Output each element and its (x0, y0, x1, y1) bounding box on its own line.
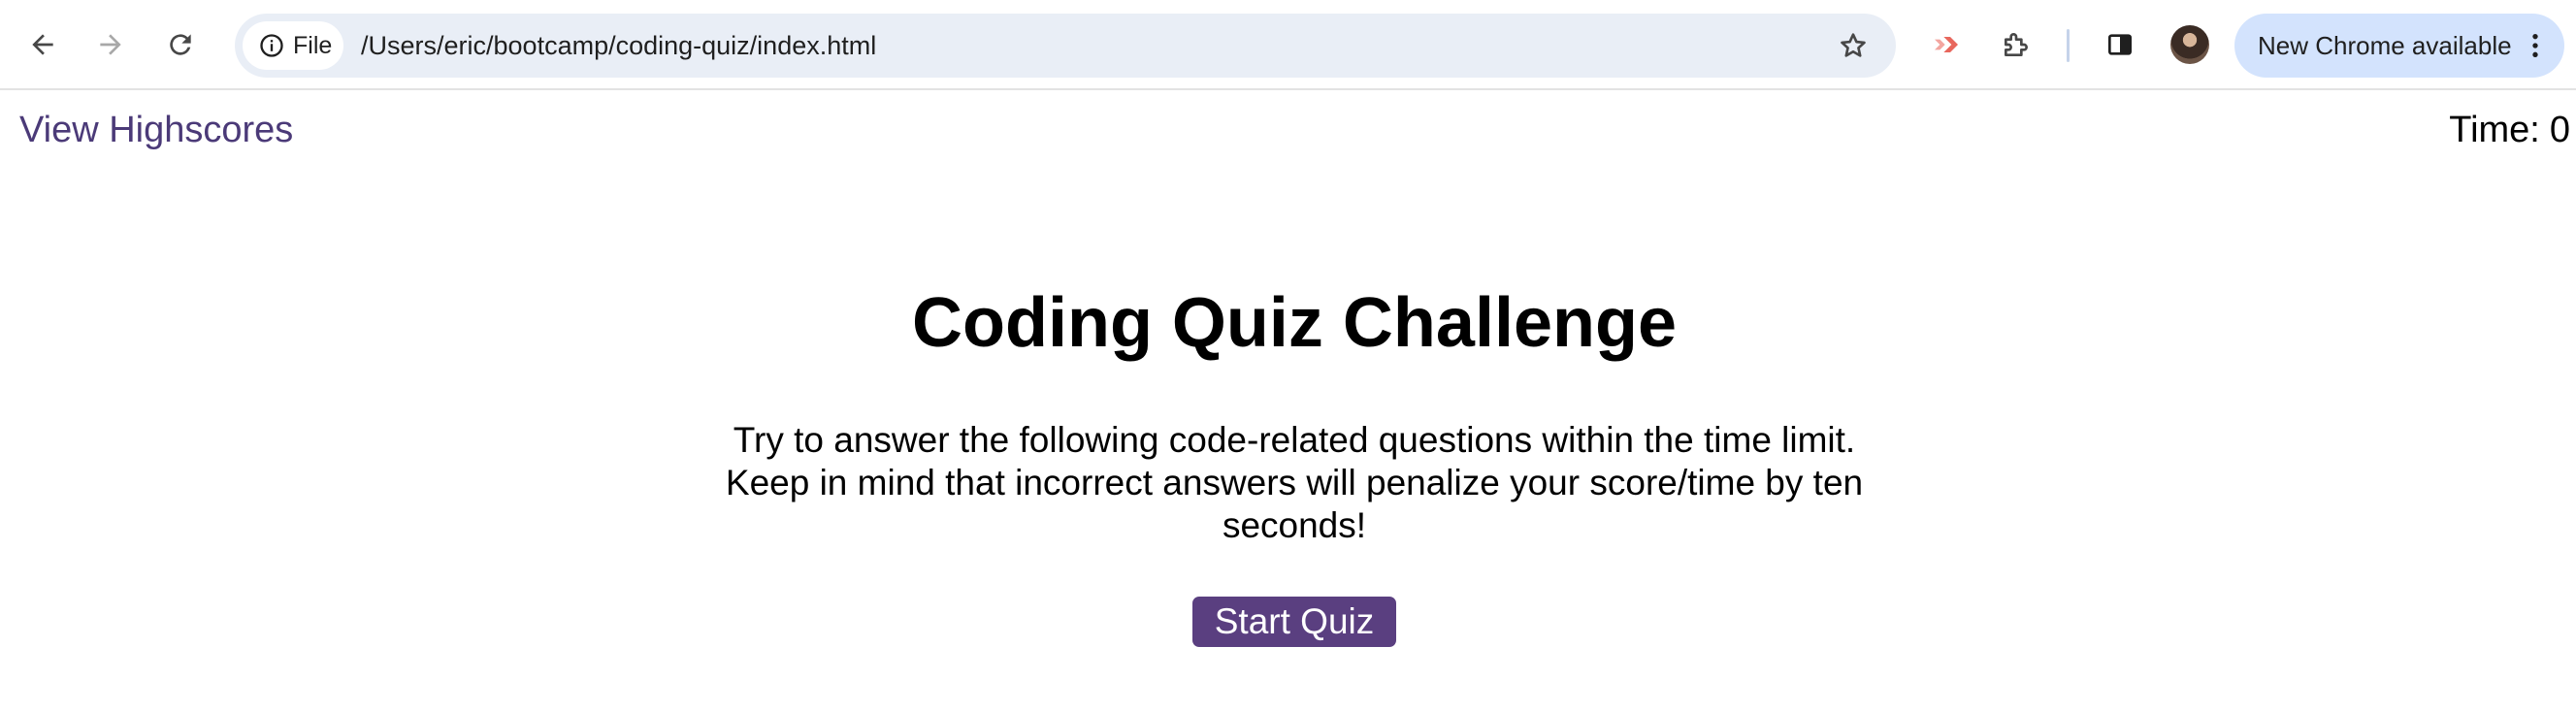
side-panel-icon (2108, 34, 2132, 55)
view-highscores-link[interactable]: View Highscores (19, 110, 293, 151)
browser-toolbar: File /Users/eric/bootcamp/coding-quiz/in… (0, 0, 2576, 90)
extension-arrow-icon (1935, 37, 1958, 52)
bookmark-button[interactable] (1834, 26, 1873, 65)
extension-button[interactable] (1925, 23, 1968, 66)
start-quiz-button[interactable]: Start Quiz (1192, 597, 1396, 647)
extensions-menu-button[interactable] (1995, 23, 2038, 66)
back-button[interactable] (21, 23, 64, 66)
info-icon (260, 34, 283, 57)
toolbar-divider (2067, 29, 2070, 62)
reload-icon (170, 34, 191, 55)
back-arrow-icon (32, 34, 53, 55)
chrome-update-button[interactable]: New Chrome available (2234, 14, 2564, 78)
forward-arrow-icon (100, 34, 121, 55)
site-info-chip[interactable]: File (243, 21, 343, 70)
quiz-page: View Highscores Time: 0 Coding Quiz Chall… (0, 90, 2576, 712)
puzzle-icon (2005, 33, 2028, 56)
forward-button[interactable] (89, 23, 132, 66)
profile-avatar[interactable] (2170, 25, 2209, 64)
site-info-label: File (293, 31, 333, 59)
quiz-description: Try to answer the following code-related… (725, 420, 1864, 545)
timer-label: Time: (2449, 110, 2540, 150)
menu-button[interactable] (2520, 30, 2551, 61)
side-panel-button[interactable] (2099, 23, 2141, 66)
timer: Time: 0 (2449, 110, 2570, 151)
url-text[interactable]: /Users/eric/bootcamp/coding-quiz/index.h… (361, 14, 876, 78)
page-title: Coding Quiz Challenge (912, 284, 1677, 362)
address-bar[interactable]: File /Users/eric/bootcamp/coding-quiz/in… (235, 14, 1896, 78)
kebab-menu-icon (2532, 34, 2538, 57)
timer-value: 0 (2549, 110, 2570, 150)
star-icon (1841, 33, 1866, 57)
update-label: New Chrome available (2258, 30, 2512, 60)
reload-button[interactable] (159, 23, 202, 66)
